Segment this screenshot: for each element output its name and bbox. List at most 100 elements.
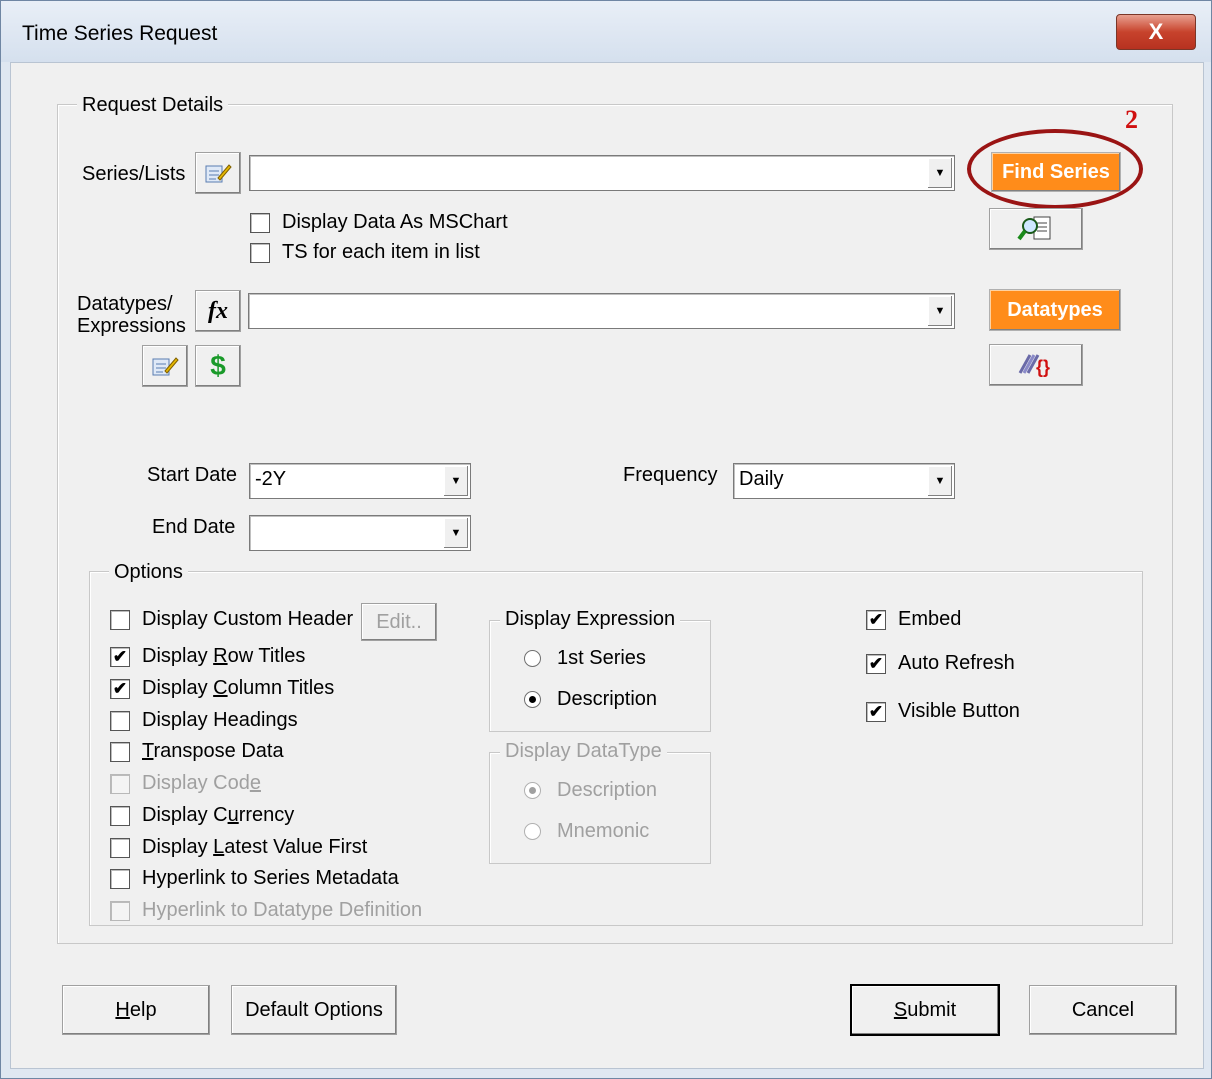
chevron-down-icon[interactable]: ▼ [927,466,952,496]
option-checkbox[interactable]: Display Headings [110,709,298,732]
checkbox-box[interactable] [110,868,130,889]
end-date-label: End Date [152,516,236,538]
label-text: ow Titles [227,645,306,667]
expression-builder-button[interactable]: {} [989,344,1083,386]
label-text: atest Value First [224,836,368,858]
chevron-down-icon[interactable]: ▼ [443,518,468,548]
checkbox-box[interactable] [110,710,130,731]
radio-mnemonic-label: Mnemonic [557,820,650,842]
right-option-checkbox[interactable]: ✔ Auto Refresh [866,652,1015,675]
edit-header-button[interactable]: Edit.. [361,603,437,641]
radio-expression-description[interactable]: Description [524,688,657,711]
function-button[interactable]: fx [195,290,241,332]
start-date-combo[interactable]: -2Y ▼ [249,463,471,499]
label-text: olumn Titles [227,677,335,699]
display-mschart-checkbox[interactable]: Display Data As MSChart [250,211,508,234]
option-checkbox-label: Display Row Titles [142,645,305,668]
option-checkbox-label: Display Code [142,772,261,795]
display-expression-legend: Display Expression [500,608,681,631]
label-text: Display [142,645,214,667]
label-text: Display [142,836,214,858]
datatypes-label-line2: Expressions [77,315,186,337]
radio-circle[interactable] [524,782,541,799]
checkbox-box[interactable]: ✔ [110,678,130,699]
option-checkbox[interactable]: Transpose Data [110,740,284,763]
label-text: Display Cod [142,772,250,794]
expression-icon: {} [1018,354,1050,377]
checkbox-box[interactable] [110,900,130,921]
checkbox-box[interactable]: ✔ [866,701,886,722]
right-option-checkbox[interactable]: ✔ Embed [866,608,961,631]
checkbox-box[interactable] [250,212,270,233]
option-checkbox[interactable]: Hyperlink to Datatype Definition [110,899,422,922]
right-option-label: Embed [898,608,962,630]
option-checkbox-label: Transpose Data [142,740,284,763]
series-picker-button[interactable] [195,152,241,194]
checkbox-box[interactable] [110,805,130,826]
label-mnemonic: L [213,836,225,858]
option-checkbox-label: Hyperlink to Datatype Definition [142,899,422,922]
datatypes-button[interactable]: Datatypes [989,289,1121,331]
option-checkbox-label: Display Currency [142,804,294,827]
checkbox-box[interactable]: ✔ [866,609,886,630]
radio-datatype-description[interactable]: Description [524,779,657,802]
option-checkbox[interactable]: ✔ Display Row Titles [110,645,305,668]
display-expression-group [489,620,711,732]
checkbox-box[interactable] [110,741,130,762]
cancel-button[interactable]: Cancel [1029,985,1177,1035]
series-lookup-button[interactable] [989,208,1083,250]
frequency-combo[interactable]: Daily ▼ [733,463,955,499]
label-mnemonic: u [227,804,239,826]
label-mnemonic: R [213,645,228,667]
radio-circle[interactable] [524,823,541,840]
default-options-button[interactable]: Default Options [231,985,397,1035]
checkbox-box[interactable] [110,773,130,794]
display-datatype-legend: Display DataType [500,740,667,763]
label-mnemonic: e [249,772,261,794]
checkbox-box[interactable]: ✔ [866,653,886,674]
radio-circle[interactable] [524,650,541,667]
help-label: elp [129,999,157,1021]
option-checkbox[interactable]: Display Currency [110,804,294,827]
frequency-value: Daily [739,468,784,490]
label-text: Display Headings [142,709,298,731]
option-checkbox[interactable]: Display Code [110,772,261,795]
option-checkbox[interactable]: ✔ Display Column Titles [110,677,334,700]
help-button[interactable]: Help [62,985,210,1035]
checkbox-box[interactable]: ✔ [110,646,130,667]
radio-mnemonic[interactable]: Mnemonic [524,820,649,843]
checkbox-box[interactable] [110,609,130,630]
submit-label: ubmit [907,999,957,1021]
option-checkbox[interactable]: Display Custom Header [110,608,353,631]
submit-button[interactable]: Submit [850,984,1000,1036]
chevron-down-icon[interactable]: ▼ [927,296,952,326]
radio-1st-series-label: 1st Series [557,647,646,669]
end-date-combo[interactable]: ▼ [249,515,471,551]
label-text: ranspose Data [153,740,284,762]
right-option-checkbox[interactable]: ✔ Visible Button [866,700,1020,723]
option-checkbox-label: Display Latest Value First [142,836,367,859]
radio-datatype-description-label: Description [557,779,658,801]
close-button[interactable]: X [1116,14,1196,50]
chevron-down-icon[interactable]: ▼ [927,158,952,188]
currency-button[interactable]: $ [195,345,241,387]
option-checkbox[interactable]: Hyperlink to Series Metadata [110,867,399,890]
label-text: Hyperlink to Series Metadata [142,867,399,889]
datatypes-combo[interactable]: ▼ [248,293,955,329]
datatype-picker-button[interactable] [142,345,188,387]
frequency-label: Frequency [623,464,718,486]
checkbox-box[interactable] [250,242,270,263]
chevron-down-icon[interactable]: ▼ [443,466,468,496]
checkbox-box[interactable] [110,837,130,858]
option-checkbox-label: Display Headings [142,709,298,732]
label-mnemonic: C [213,677,228,699]
series-lists-combo[interactable]: ▼ [249,155,955,191]
svg-text:{}: {} [1036,357,1050,377]
option-checkbox[interactable]: Display Latest Value First [110,836,367,859]
radio-circle[interactable] [524,691,541,708]
ts-each-item-checkbox[interactable]: TS for each item in list [250,241,480,264]
annotation-number: 2 [1125,105,1138,134]
radio-1st-series[interactable]: 1st Series [524,647,646,670]
edit-list-icon [152,357,179,376]
edit-list-icon [205,164,232,183]
